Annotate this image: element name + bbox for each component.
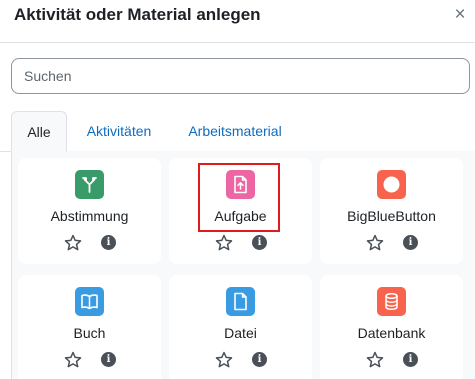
assignment-upload-icon — [226, 170, 255, 199]
module-label: Buch — [73, 325, 106, 341]
star-outline-icon[interactable] — [64, 351, 82, 369]
search-input[interactable] — [11, 58, 470, 94]
bigbluebutton-icon — [377, 170, 406, 199]
tab-all[interactable]: Alle — [11, 111, 67, 152]
info-icon[interactable]: i — [252, 235, 267, 250]
info-icon[interactable]: i — [101, 235, 116, 250]
star-outline-icon[interactable] — [215, 234, 233, 252]
header-divider — [0, 42, 475, 43]
module-label: Datei — [224, 325, 257, 341]
choice-icon — [75, 170, 104, 199]
star-outline-icon[interactable] — [366, 351, 384, 369]
modal-title: Aktivität oder Material anlegen — [14, 5, 261, 24]
star-outline-icon[interactable] — [366, 234, 384, 252]
tab-bar: Alle Aktivitäten Arbeitsmaterial — [0, 111, 475, 152]
module-label: Aufgabe — [214, 208, 267, 224]
module-label: BigBlueButton — [347, 208, 436, 224]
close-button[interactable]: × — [451, 4, 469, 26]
tab-resources[interactable]: Arbeitsmaterial — [179, 111, 291, 152]
module-label: Datenbank — [357, 325, 426, 341]
database-icon — [377, 287, 406, 316]
info-icon[interactable]: i — [101, 352, 116, 367]
tab-activities[interactable]: Aktivitäten — [77, 111, 161, 152]
info-icon[interactable]: i — [403, 235, 418, 250]
star-outline-icon[interactable] — [215, 351, 233, 369]
info-icon[interactable]: i — [403, 352, 418, 367]
star-outline-icon[interactable] — [64, 234, 82, 252]
module-card-datenbank[interactable]: Datenbank i — [320, 275, 463, 379]
module-card-bigbluebutton[interactable]: BigBlueButton i — [320, 158, 463, 264]
module-label: Abstimmung — [50, 208, 129, 224]
book-icon — [75, 287, 104, 316]
module-card-datei[interactable]: Datei i — [169, 275, 312, 379]
file-icon — [226, 287, 255, 316]
module-card-abstimmung[interactable]: Abstimmung i — [18, 158, 161, 264]
info-icon[interactable]: i — [252, 352, 267, 367]
module-card-buch[interactable]: Buch i — [18, 275, 161, 379]
module-card-aufgabe[interactable]: Aufgabe i — [169, 158, 312, 264]
